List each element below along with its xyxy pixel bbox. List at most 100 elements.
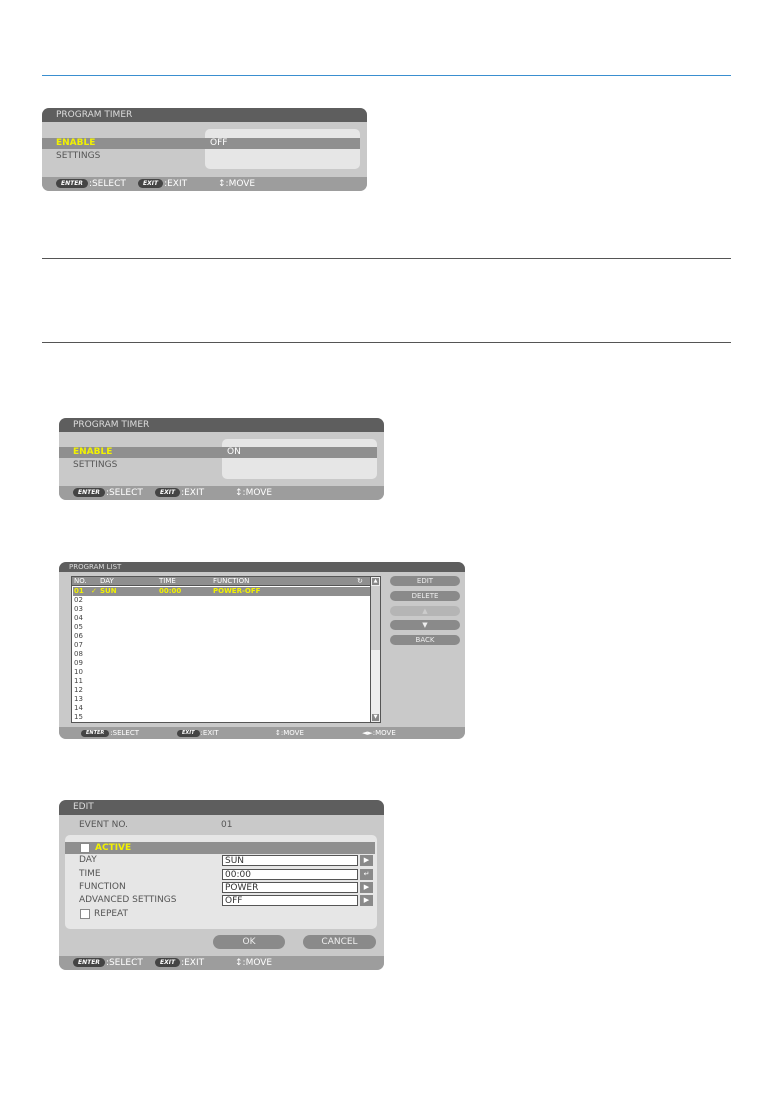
table-header: NO. DAY TIME FUNCTION ↻	[72, 577, 370, 586]
settings-item[interactable]: SETTINGS	[73, 460, 117, 471]
header-rule	[42, 75, 731, 76]
panel-title: PROGRAM LIST	[59, 562, 465, 572]
footer-bar: ENTER:SELECT EXIT:EXIT ↕:MOVE	[59, 486, 384, 500]
table-row[interactable]: 04	[73, 614, 370, 623]
exit-key-icon: EXIT	[138, 179, 164, 188]
table-row[interactable]: 12	[73, 686, 370, 695]
exit-hint: :EXIT	[200, 729, 219, 737]
enter-key-icon: ENTER	[73, 488, 105, 497]
table-row[interactable]: 06	[73, 632, 370, 641]
enable-value[interactable]: OFF	[210, 138, 227, 149]
col-time: TIME	[159, 577, 176, 585]
exit-key-icon: EXIT	[177, 729, 200, 737]
select-hint: :SELECT	[110, 729, 139, 737]
enter-key-icon: ENTER	[56, 179, 88, 188]
table-row[interactable]: 01 ✓ SUN 00:00 POWER-OFF	[73, 587, 370, 596]
exit-hint: :EXIT	[181, 958, 205, 968]
table-row[interactable]: 09	[73, 659, 370, 668]
panel-title: EDIT	[59, 800, 384, 815]
edit-button[interactable]: EDIT	[390, 576, 460, 586]
footer-bar: ENTER:SELECT EXIT:EXIT ↕:MOVE ◄►:MOVE	[59, 727, 465, 739]
move-hint: ↕:MOVE	[218, 179, 256, 189]
advanced-settings-field[interactable]: OFF	[222, 895, 358, 906]
col-day: DAY	[100, 577, 114, 585]
cell-no: 05	[74, 623, 83, 631]
program-timer-on-panel: PROGRAM TIMER ENABLE ON SETTINGS ENTER:S…	[59, 418, 384, 500]
back-button[interactable]: BACK	[390, 635, 460, 645]
footer-bar: ENTER:SELECT EXIT:EXIT ↕:MOVE	[42, 177, 367, 191]
program-timer-off-panel: PROGRAM TIMER ENABLE OFF SETTINGS ENTER:…	[42, 108, 367, 191]
select-hint: :SELECT	[88, 179, 126, 189]
table-row[interactable]: 14	[73, 704, 370, 713]
settings-item[interactable]: SETTINGS	[56, 151, 100, 162]
table-row[interactable]: 11	[73, 677, 370, 686]
footer-bar: ENTER:SELECT EXIT:EXIT ↕:MOVE	[59, 956, 384, 970]
move-hint: ↕:MOVE	[235, 488, 273, 498]
table-row[interactable]: 13	[73, 695, 370, 704]
value-box	[205, 129, 360, 169]
cell-no: 14	[74, 704, 83, 712]
day-field[interactable]: SUN	[222, 855, 358, 866]
cell-no: 13	[74, 695, 83, 703]
ok-button[interactable]: OK	[213, 935, 285, 949]
table-row[interactable]: 15	[73, 713, 370, 722]
table-row[interactable]: 08	[73, 650, 370, 659]
delete-button[interactable]: DELETE	[390, 591, 460, 601]
cell-no: 11	[74, 677, 83, 685]
enter-key-icon: ENTER	[81, 729, 110, 737]
time-field[interactable]: 00:00	[222, 869, 358, 880]
panel-title: PROGRAM TIMER	[42, 108, 367, 122]
scrollbar[interactable]: ▲ ▼	[370, 577, 380, 722]
enter-return-icon[interactable]: ↵	[360, 869, 373, 880]
exit-key-icon: EXIT	[155, 488, 181, 497]
col-function: FUNCTION	[213, 577, 250, 585]
table-row[interactable]: 10	[73, 668, 370, 677]
move-up-button[interactable]: ▲	[390, 606, 460, 616]
scroll-up-icon[interactable]: ▲	[372, 578, 379, 585]
repeat-icon: ↻	[357, 577, 363, 585]
select-hint: :SELECT	[105, 488, 143, 498]
scroll-down-icon[interactable]: ▼	[372, 714, 379, 721]
cell-no: 01	[74, 587, 84, 595]
table-row[interactable]: 07	[73, 641, 370, 650]
event-no-label: EVENT NO.	[79, 820, 128, 830]
cell-no: 08	[74, 650, 83, 658]
function-label: FUNCTION	[79, 882, 126, 892]
advanced-settings-label: ADVANCED SETTINGS	[79, 895, 177, 905]
table-row[interactable]: 05	[73, 623, 370, 632]
divider	[42, 342, 731, 343]
divider	[42, 258, 731, 259]
enable-label: ENABLE	[73, 447, 113, 457]
time-label: TIME	[79, 869, 101, 879]
move-down-button[interactable]: ▼	[390, 620, 460, 630]
function-field[interactable]: POWER	[222, 882, 358, 893]
panel-title: PROGRAM TIMER	[59, 418, 384, 432]
table-row[interactable]: 03	[73, 605, 370, 614]
cancel-button[interactable]: CANCEL	[303, 935, 376, 949]
advanced-arrow-icon[interactable]: ▶	[360, 895, 373, 906]
repeat-checkbox[interactable]	[80, 909, 90, 919]
enable-label: ENABLE	[56, 138, 96, 148]
cell-no: 15	[74, 713, 83, 721]
active-checkbox[interactable]	[80, 843, 90, 853]
cell-no: 03	[74, 605, 83, 613]
col-no: NO.	[74, 577, 87, 585]
cell-no: 04	[74, 614, 83, 622]
cell-no: 07	[74, 641, 83, 649]
edit-panel: EDIT EVENT NO. 01 ACTIVE DAY SUN ▶ TIME …	[59, 800, 384, 970]
scroll-thumb[interactable]	[371, 586, 380, 650]
function-arrow-icon[interactable]: ▶	[360, 882, 373, 893]
select-hint: :SELECT	[105, 958, 143, 968]
day-arrow-icon[interactable]: ▶	[360, 855, 373, 866]
table-row[interactable]: 02	[73, 596, 370, 605]
enable-value[interactable]: ON	[227, 447, 241, 458]
day-label: DAY	[79, 855, 97, 865]
enter-key-icon: ENTER	[73, 958, 105, 967]
cell-no: 09	[74, 659, 83, 667]
program-table: NO. DAY TIME FUNCTION ↻ 01 ✓ SUN 00:00 POWER…	[71, 576, 381, 723]
cell-no: 10	[74, 668, 83, 676]
cell-no: 12	[74, 686, 83, 694]
value-box	[222, 439, 377, 479]
cell-function: POWER-OFF	[213, 587, 261, 595]
cell-check: ✓	[91, 587, 97, 595]
